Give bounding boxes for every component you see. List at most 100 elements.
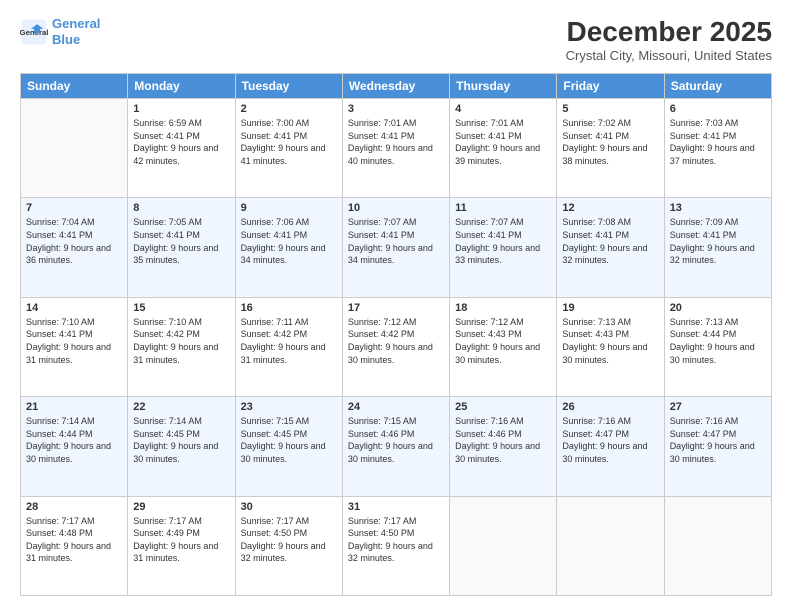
day-number: 25 (455, 401, 551, 413)
calendar-cell: 29Sunrise: 7:17 AMSunset: 4:49 PMDayligh… (128, 496, 235, 595)
calendar-cell: 14 Sunrise: 7:10 AMSunset: 4:41 PMDayligh… (21, 297, 128, 396)
day-info: Sunrise: 7:17 AMSunset: 4:49 PMDaylight:… (133, 515, 229, 565)
calendar-cell: 4 Sunrise: 7:01 AMSunset: 4:41 PMDaylight… (450, 99, 557, 198)
header: General General Blue December 2025 Cryst… (20, 16, 772, 63)
day-info: Sunrise: 7:06 AMSunset: 4:41 PMDaylight:… (241, 216, 337, 266)
day-info: Sunrise: 7:14 AMSunset: 4:44 PMDaylight:… (26, 415, 122, 465)
day-info: Sunrise: 7:12 AMSunset: 4:42 PMDaylight:… (348, 316, 444, 366)
day-info: Sunrise: 7:01 AMSunset: 4:41 PMDaylight:… (455, 117, 551, 167)
day-number: 12 (562, 202, 658, 214)
calendar-cell: 7 Sunrise: 7:04 AMSunset: 4:41 PMDaylight… (21, 198, 128, 297)
day-header-tuesday: Tuesday (235, 74, 342, 99)
day-number: 24 (348, 401, 444, 413)
day-number: 13 (670, 202, 766, 214)
day-number: 11 (455, 202, 551, 214)
calendar-table: SundayMondayTuesdayWednesdayThursdayFrid… (20, 73, 772, 596)
calendar-cell: 9Sunrise: 7:06 AMSunset: 4:41 PMDaylight… (235, 198, 342, 297)
calendar-cell: 19Sunrise: 7:13 AMSunset: 4:43 PMDayligh… (557, 297, 664, 396)
calendar-cell: 22 Sunrise: 7:14 AMSunset: 4:45 PMDayligh… (128, 397, 235, 496)
day-number: 8 (133, 202, 229, 214)
calendar-cell (557, 496, 664, 595)
calendar-cell: 13 Sunrise: 7:09 AMSunset: 4:41 PMDayligh… (664, 198, 771, 297)
day-number: 19 (562, 302, 658, 314)
calendar-cell: 2Sunrise: 7:00 AMSunset: 4:41 PMDaylight… (235, 99, 342, 198)
calendar-cell: 16 Sunrise: 7:11 AMSunset: 4:42 PMDayligh… (235, 297, 342, 396)
day-number: 31 (348, 501, 444, 513)
day-number: 14 (26, 302, 122, 314)
day-number: 21 (26, 401, 122, 413)
calendar-week-2: 7 Sunrise: 7:04 AMSunset: 4:41 PMDaylight… (21, 198, 772, 297)
calendar-cell: 17Sunrise: 7:12 AMSunset: 4:42 PMDayligh… (342, 297, 449, 396)
day-info: Sunrise: 7:17 AMSunset: 4:50 PMDaylight:… (241, 515, 337, 565)
day-info: Sunrise: 7:16 AMSunset: 4:47 PMDaylight:… (670, 415, 766, 465)
calendar-cell: 24 Sunrise: 7:15 AMSunset: 4:46 PMDayligh… (342, 397, 449, 496)
day-number: 7 (26, 202, 122, 214)
calendar-cell (450, 496, 557, 595)
day-header-sunday: Sunday (21, 74, 128, 99)
calendar-header-row: SundayMondayTuesdayWednesdayThursdayFrid… (21, 74, 772, 99)
month-title: December 2025 (566, 16, 772, 48)
day-info: Sunrise: 7:03 AMSunset: 4:41 PMDaylight:… (670, 117, 766, 167)
day-info: Sunrise: 7:17 AMSunset: 4:48 PMDaylight:… (26, 515, 122, 565)
calendar-week-4: 21 Sunrise: 7:14 AMSunset: 4:44 PMDayligh… (21, 397, 772, 496)
logo-general: General (52, 16, 100, 31)
day-number: 23 (241, 401, 337, 413)
page: General General Blue December 2025 Cryst… (0, 0, 792, 612)
calendar-week-5: 28Sunrise: 7:17 AMSunset: 4:48 PMDayligh… (21, 496, 772, 595)
day-number: 2 (241, 103, 337, 115)
day-number: 5 (562, 103, 658, 115)
calendar-cell: 25 Sunrise: 7:16 AMSunset: 4:46 PMDayligh… (450, 397, 557, 496)
day-number: 27 (670, 401, 766, 413)
day-info: Sunrise: 7:16 AMSunset: 4:47 PMDaylight:… (562, 415, 658, 465)
day-number: 4 (455, 103, 551, 115)
logo-blue: Blue (52, 32, 80, 47)
calendar-cell: 21 Sunrise: 7:14 AMSunset: 4:44 PMDayligh… (21, 397, 128, 496)
day-info: Sunrise: 7:05 AMSunset: 4:41 PMDaylight:… (133, 216, 229, 266)
day-info: Sunrise: 7:13 AMSunset: 4:44 PMDaylight:… (670, 316, 766, 366)
calendar-cell (664, 496, 771, 595)
day-header-friday: Friday (557, 74, 664, 99)
day-number: 15 (133, 302, 229, 314)
calendar-cell: 5 Sunrise: 7:02 AMSunset: 4:41 PMDaylight… (557, 99, 664, 198)
calendar-cell: 3Sunrise: 7:01 AMSunset: 4:41 PMDaylight… (342, 99, 449, 198)
day-number: 6 (670, 103, 766, 115)
day-info: Sunrise: 7:16 AMSunset: 4:46 PMDaylight:… (455, 415, 551, 465)
day-header-monday: Monday (128, 74, 235, 99)
calendar-cell: 18Sunrise: 7:12 AMSunset: 4:43 PMDayligh… (450, 297, 557, 396)
calendar-cell (21, 99, 128, 198)
calendar-cell: 30 Sunrise: 7:17 AMSunset: 4:50 PMDayligh… (235, 496, 342, 595)
day-header-thursday: Thursday (450, 74, 557, 99)
day-header-saturday: Saturday (664, 74, 771, 99)
day-info: Sunrise: 7:11 AMSunset: 4:42 PMDaylight:… (241, 316, 337, 366)
day-number: 16 (241, 302, 337, 314)
calendar-cell: 23 Sunrise: 7:15 AMSunset: 4:45 PMDayligh… (235, 397, 342, 496)
calendar-cell: 31 Sunrise: 7:17 AMSunset: 4:50 PMDayligh… (342, 496, 449, 595)
calendar-cell: 28Sunrise: 7:17 AMSunset: 4:48 PMDayligh… (21, 496, 128, 595)
calendar-cell: 11Sunrise: 7:07 AMSunset: 4:41 PMDayligh… (450, 198, 557, 297)
logo-icon: General (20, 18, 48, 46)
day-info: Sunrise: 7:07 AMSunset: 4:41 PMDaylight:… (348, 216, 444, 266)
calendar-week-3: 14 Sunrise: 7:10 AMSunset: 4:41 PMDayligh… (21, 297, 772, 396)
day-info: Sunrise: 7:09 AMSunset: 4:41 PMDaylight:… (670, 216, 766, 266)
calendar-cell: 27 Sunrise: 7:16 AMSunset: 4:47 PMDayligh… (664, 397, 771, 496)
day-info: Sunrise: 7:15 AMSunset: 4:46 PMDaylight:… (348, 415, 444, 465)
day-info: Sunrise: 7:15 AMSunset: 4:45 PMDaylight:… (241, 415, 337, 465)
day-number: 22 (133, 401, 229, 413)
day-number: 26 (562, 401, 658, 413)
day-info: Sunrise: 7:10 AMSunset: 4:42 PMDaylight:… (133, 316, 229, 366)
day-info: Sunrise: 7:14 AMSunset: 4:45 PMDaylight:… (133, 415, 229, 465)
day-info: Sunrise: 7:17 AMSunset: 4:50 PMDaylight:… (348, 515, 444, 565)
logo-text: General Blue (52, 16, 100, 47)
day-info: Sunrise: 7:04 AMSunset: 4:41 PMDaylight:… (26, 216, 122, 266)
day-info: Sunrise: 7:08 AMSunset: 4:41 PMDaylight:… (562, 216, 658, 266)
calendar-cell: 20 Sunrise: 7:13 AMSunset: 4:44 PMDayligh… (664, 297, 771, 396)
day-number: 30 (241, 501, 337, 513)
day-info: Sunrise: 7:02 AMSunset: 4:41 PMDaylight:… (562, 117, 658, 167)
calendar-cell: 6 Sunrise: 7:03 AMSunset: 4:41 PMDaylight… (664, 99, 771, 198)
day-number: 18 (455, 302, 551, 314)
day-number: 10 (348, 202, 444, 214)
calendar-cell: 15 Sunrise: 7:10 AMSunset: 4:42 PMDayligh… (128, 297, 235, 396)
day-info: Sunrise: 7:10 AMSunset: 4:41 PMDaylight:… (26, 316, 122, 366)
day-number: 3 (348, 103, 444, 115)
day-number: 20 (670, 302, 766, 314)
